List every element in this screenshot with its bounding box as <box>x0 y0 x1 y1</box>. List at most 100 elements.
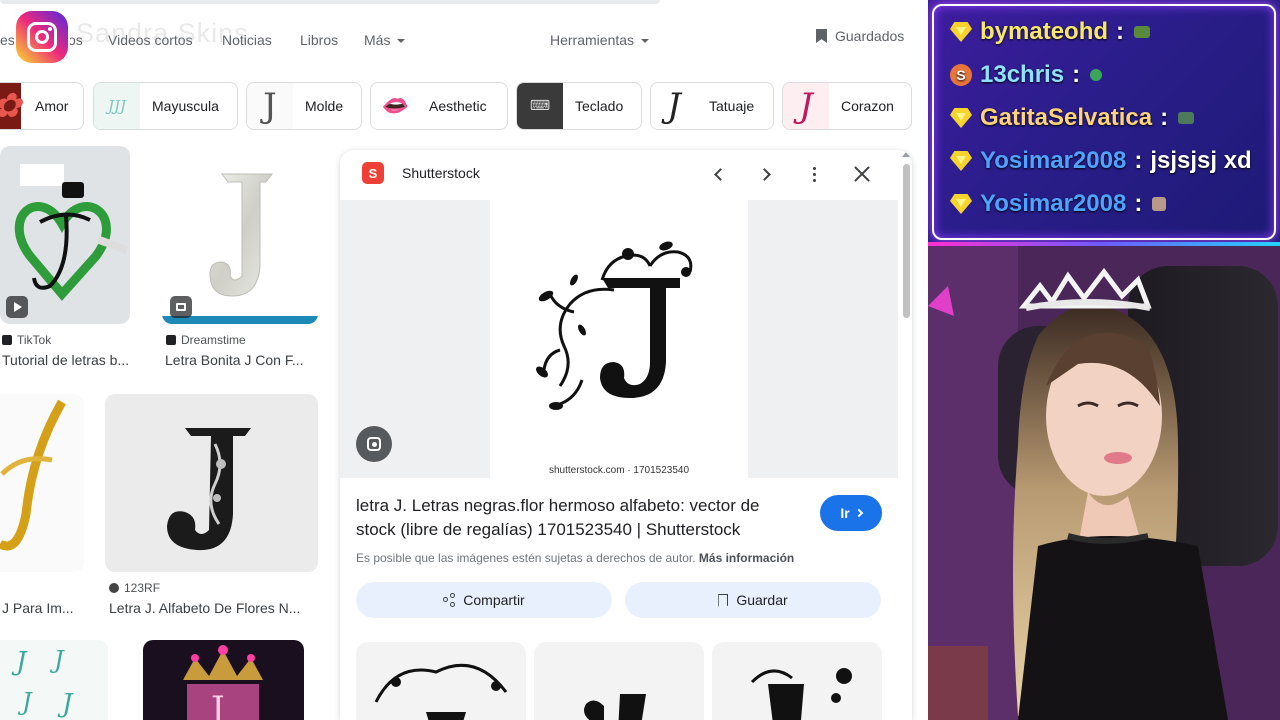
tab-books[interactable]: Libros <box>300 32 338 48</box>
result-image-123rf[interactable] <box>105 394 318 572</box>
screen: Sandra Skins es os Videos cortos Noticia… <box>0 0 1280 720</box>
search-bar-edge <box>0 0 660 4</box>
chip-label: Aesthetic <box>429 98 487 114</box>
ornamental-letter-j <box>536 241 693 410</box>
emote-icon <box>1090 69 1103 81</box>
emote-icon <box>1134 26 1151 38</box>
previous-button[interactable] <box>704 160 732 188</box>
save-button[interactable]: Guardar <box>625 582 881 618</box>
dreamstime-icon <box>166 335 176 345</box>
streamer-watermark: Sandra Skins <box>76 18 249 48</box>
svg-text:J: J <box>208 689 225 720</box>
chip-corazon[interactable]: J Corazon <box>782 82 912 130</box>
gem-badge-icon <box>950 22 972 42</box>
panel-source[interactable]: S Shutterstock <box>362 162 480 184</box>
letters-icon: JJJ <box>94 83 140 129</box>
chat-message: S 13chris: <box>950 61 1103 89</box>
chip-tatuaje[interactable]: J Tatuaje <box>650 82 774 130</box>
more-options-button[interactable] <box>800 160 828 188</box>
image-title[interactable]: letra J. Letras negras.flor hermoso alfa… <box>356 494 796 542</box>
preview-image[interactable]: shutterstock.com · 1701523540 <box>490 200 748 478</box>
letter-j-icon: J <box>247 83 293 129</box>
panel-scrollbar[interactable] <box>903 164 910 318</box>
result-image-crown[interactable]: J <box>143 640 304 720</box>
close-icon <box>854 166 870 182</box>
gold-letter-j <box>0 399 66 551</box>
saved-label: Guardados <box>835 28 905 44</box>
result-caption[interactable]: Letra Bonita J Con F... <box>165 352 304 368</box>
related-image[interactable] <box>356 642 526 720</box>
chip-label: Corazon <box>841 98 894 114</box>
share-button[interactable]: Compartir <box>356 582 612 618</box>
result-image-dreamstime[interactable] <box>162 146 318 324</box>
more-info-link[interactable]: Más información <box>699 551 794 565</box>
gem-badge-icon <box>950 108 972 128</box>
tattoo-j-icon: J <box>651 83 697 129</box>
chip-molde[interactable]: J Molde <box>246 82 362 130</box>
close-button[interactable] <box>848 160 876 188</box>
google-images-page: Sandra Skins es os Videos cortos Noticia… <box>0 0 928 720</box>
chip-label: Tatuaje <box>709 98 755 114</box>
result-caption[interactable]: J Para Im... <box>2 600 74 616</box>
123rf-icon <box>109 583 119 593</box>
result-image-tiktok[interactable] <box>0 146 130 324</box>
emote-icon <box>1152 197 1167 211</box>
pink-crown: J <box>183 645 263 720</box>
webcam-feed <box>928 246 1280 720</box>
tab-images[interactable]: es <box>0 32 15 48</box>
scroll-up-arrow[interactable] <box>902 152 910 157</box>
instagram-icon <box>16 11 68 63</box>
google-lens-button[interactable] <box>356 426 392 462</box>
stream-chat-overlay: bymateohd: S 13chris: GatitaSelvatica: Y… <box>928 0 1280 246</box>
shutterstock-icon: S <box>362 162 384 184</box>
rose-icon: ✿ <box>0 83 21 129</box>
heart-j-icon: J <box>783 83 829 129</box>
saved-button[interactable]: Guardados <box>816 28 904 44</box>
chip-aesthetic[interactable]: 👄 Aesthetic <box>370 82 508 130</box>
chat-message: bymateohd: <box>950 18 1151 46</box>
floral-j-thumb <box>750 668 852 720</box>
chip-label: Molde <box>305 98 344 114</box>
more-vert-icon <box>812 166 816 182</box>
chip-label: Teclado <box>575 98 624 114</box>
video-icon <box>6 296 28 318</box>
visit-button[interactable]: Ir <box>820 495 882 531</box>
bookmark-icon <box>816 29 827 43</box>
tab-more[interactable]: Más <box>364 32 405 48</box>
panel-source-name: Shutterstock <box>402 165 480 181</box>
chip-amor[interactable]: ✿ Amor <box>0 82 84 130</box>
image-detail-panel: S Shutterstock shutterstock.com · 170152… <box>340 150 912 720</box>
gem-badge-icon <box>950 194 972 214</box>
svg-text:J: J <box>57 689 74 719</box>
related-chips: ✿ Amor JJJ Mayuscula J Molde 👄 Aesthetic… <box>0 82 928 130</box>
gem-badge-icon <box>950 151 972 171</box>
result-image-teal-letters[interactable]: J J J J <box>0 640 108 720</box>
result-image-gold-j[interactable] <box>0 394 84 572</box>
chevron-right-icon <box>854 508 863 518</box>
chip-label: Amor <box>35 98 69 114</box>
related-image[interactable] <box>534 642 704 720</box>
result-caption[interactable]: Letra J. Alfabeto De Flores N... <box>109 600 300 616</box>
svg-text:J: J <box>17 688 33 716</box>
ornamental-j-thumb <box>374 663 508 720</box>
svg-text:J: J <box>49 646 65 674</box>
related-image[interactable] <box>712 642 882 720</box>
coin-badge-icon: S <box>950 64 972 86</box>
tiktok-icon <box>2 335 12 345</box>
keyboard-icon: ⌨ <box>517 83 563 129</box>
chip-teclado[interactable]: ⌨ Teclado <box>516 82 642 130</box>
chat-message: GatitaSelvatica: <box>950 104 1195 132</box>
chip-mayuscula[interactable]: JJJ Mayuscula <box>93 82 238 130</box>
floral-letter-j <box>167 428 251 551</box>
lips-icon: 👄 <box>371 83 417 129</box>
result-caption[interactable]: Tutorial de letras b... <box>2 352 129 368</box>
next-button[interactable] <box>752 160 780 188</box>
chevron-right-icon <box>757 167 771 181</box>
tools-button[interactable]: Herramientas <box>550 32 649 48</box>
result-source: TikTok <box>2 333 51 347</box>
result-source: 123RF <box>109 581 160 595</box>
heart-j-thumb <box>584 694 646 720</box>
image-preview: shutterstock.com · 1701523540 <box>340 200 898 478</box>
bookmark-icon <box>718 593 729 607</box>
svg-text:J: J <box>11 647 28 677</box>
